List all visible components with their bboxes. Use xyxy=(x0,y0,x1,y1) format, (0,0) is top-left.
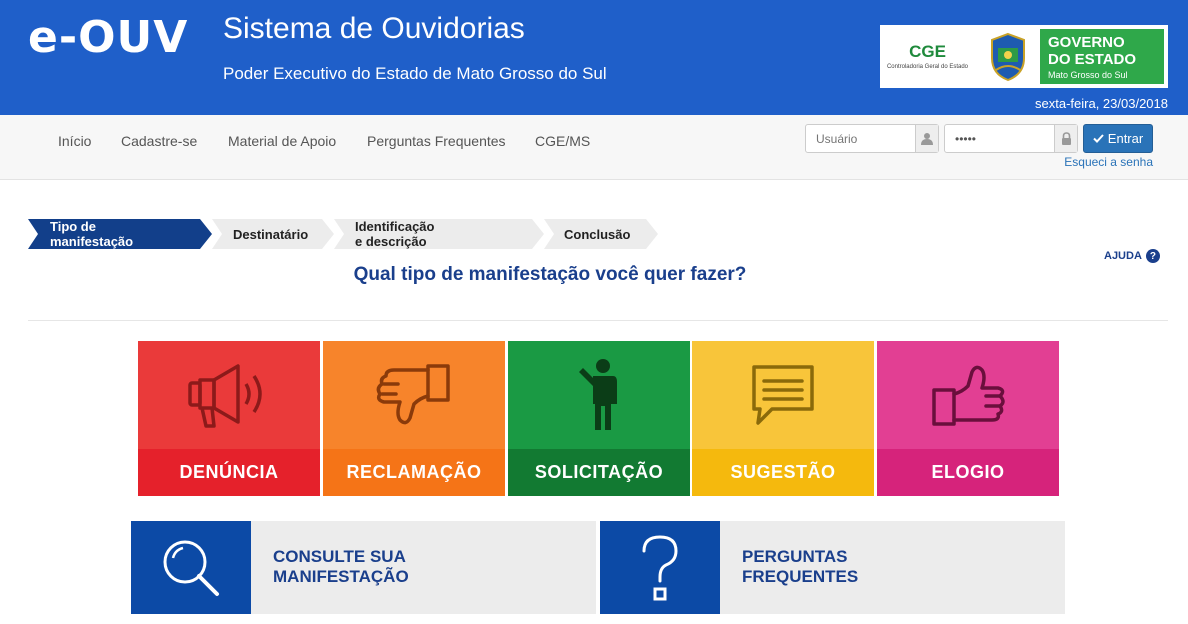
nav-material-de-apoio[interactable]: Material de Apoio xyxy=(228,133,336,149)
tile-denuncia[interactable]: DENÚNCIA xyxy=(138,341,320,496)
cge-logo: CGE Controladoria Geral do Estado xyxy=(880,25,975,88)
speech-bubble-icon xyxy=(752,365,814,425)
tile-denuncia-label: DENÚNCIA xyxy=(138,449,320,496)
governo-estado-badge: GOVERNO DO ESTADO Mato Grosso do Sul xyxy=(1040,29,1164,84)
gov-line-2: DO ESTADO xyxy=(1048,50,1137,68)
brand-logo[interactable]: e-OUV xyxy=(28,12,188,63)
step-conclusao: Conclusão xyxy=(564,226,631,242)
card-consulte-line-1: CONSULTE SUA xyxy=(273,547,406,566)
tile-reclamacao-label: RECLAMAÇÃO xyxy=(323,449,505,496)
state-crest-icon xyxy=(975,25,1040,88)
card-perguntas-label: PERGUNTAS FREQUENTES xyxy=(742,547,1042,587)
help-question-icon: ? xyxy=(1145,249,1160,263)
nav-cge-ms[interactable]: CGE/MS xyxy=(535,133,590,149)
current-date: sexta-feira, 23/03/2018 xyxy=(1035,96,1168,111)
card-consulte-label: CONSULTE SUA MANIFESTAÇÃO xyxy=(273,547,573,587)
tile-sugestao-label: SUGESTÃO xyxy=(692,449,874,496)
help-label: AJUDA xyxy=(1104,250,1142,262)
checkmark-icon xyxy=(1093,131,1104,146)
login-button-label: Entrar xyxy=(1107,131,1144,146)
question-mark-icon xyxy=(600,521,720,614)
nav-cadastre-se[interactable]: Cadastre-se xyxy=(121,133,197,149)
card-consulte-line-2: MANIFESTAÇÃO xyxy=(273,567,409,586)
username-input[interactable] xyxy=(806,125,916,152)
lock-icon xyxy=(1054,125,1077,152)
step-identificacao-e-descricao: Identificação e descrição xyxy=(355,219,435,249)
password-input[interactable] xyxy=(945,125,1055,152)
step-destinatario: Destinatário xyxy=(233,226,309,242)
step-tipo-de-manifestacao: Tipo de manifestação xyxy=(50,219,134,249)
header-bar: e-OUV Sistema de Ouvidorias Poder Execut… xyxy=(0,0,1188,115)
tile-solicitacao[interactable]: SOLICITAÇÃO xyxy=(508,341,690,496)
tile-reclamacao-top xyxy=(323,341,505,449)
cge-full-name: Controladoria Geral do Estado xyxy=(886,64,969,70)
gov-line-1: GOVERNO xyxy=(1048,33,1125,51)
magnifier-icon xyxy=(131,521,251,614)
main-navbar: Início Cadastre-se Material de Apoio Per… xyxy=(0,115,1188,180)
username-field xyxy=(805,124,939,153)
system-subtitle: Poder Executivo do Estado de Mato Grosso… xyxy=(223,64,607,83)
password-field xyxy=(944,124,1078,153)
megaphone-icon xyxy=(188,364,262,428)
tile-reclamacao[interactable]: RECLAMAÇÃO xyxy=(323,341,505,496)
system-title: Sistema de Ouvidorias xyxy=(223,12,525,45)
tile-elogio[interactable]: ELOGIO xyxy=(877,341,1059,496)
gov-line-3: Mato Grosso do Sul xyxy=(1048,69,1128,80)
login-button[interactable]: Entrar xyxy=(1083,124,1153,153)
nav-inicio[interactable]: Início xyxy=(58,133,91,149)
tile-solicitacao-label: SOLICITAÇÃO xyxy=(508,449,690,496)
tile-elogio-top xyxy=(877,341,1059,449)
card-consulte-manifestacao[interactable]: CONSULTE SUA MANIFESTAÇÃO xyxy=(131,521,596,614)
thumbs-up-icon xyxy=(932,365,1005,426)
user-icon xyxy=(915,125,938,152)
cge-acronym: CGE xyxy=(909,42,946,61)
forgot-password-link[interactable]: Esqueci a senha xyxy=(1064,155,1153,169)
person-raising-hand-icon xyxy=(579,359,617,430)
thumbs-down-icon xyxy=(376,364,450,425)
help-link[interactable]: AJUDA ? xyxy=(1104,249,1160,263)
government-logo: CGE Controladoria Geral do Estado GOVERN… xyxy=(880,25,1168,88)
tile-elogio-label: ELOGIO xyxy=(877,449,1059,496)
card-perguntas-frequentes[interactable]: PERGUNTAS FREQUENTES xyxy=(600,521,1065,614)
card-perguntas-line-1: PERGUNTAS xyxy=(742,547,848,566)
divider xyxy=(28,320,1168,321)
tile-solicitacao-top xyxy=(508,341,690,449)
nav-perguntas-frequentes[interactable]: Perguntas Frequentes xyxy=(367,133,506,149)
tile-sugestao-top xyxy=(692,341,874,449)
tile-sugestao[interactable]: SUGESTÃO xyxy=(692,341,874,496)
card-perguntas-line-2: FREQUENTES xyxy=(742,567,859,586)
page-question: Qual tipo de manifestação você quer faze… xyxy=(353,264,747,285)
tile-denuncia-top xyxy=(138,341,320,449)
